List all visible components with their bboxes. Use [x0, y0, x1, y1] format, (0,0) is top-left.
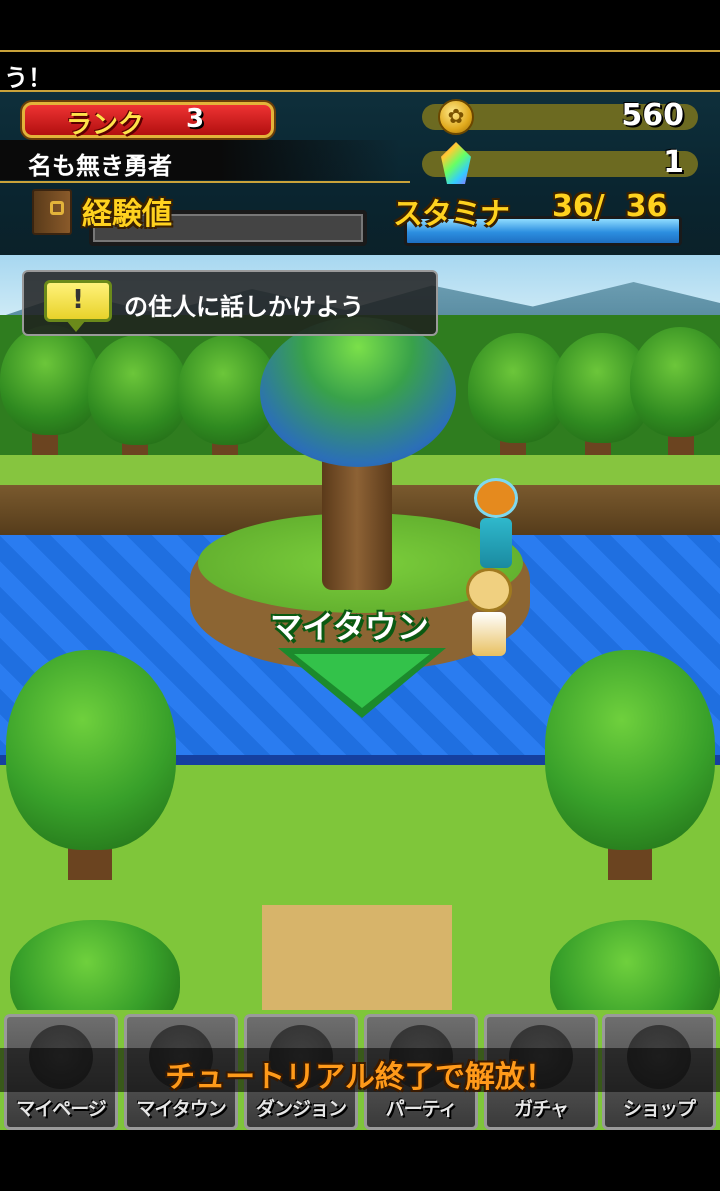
hero-character[interactable] [468, 478, 524, 568]
stamina-value: 36/ 36 [552, 189, 668, 224]
ticker-text: う！ [4, 64, 52, 92]
nav-label: ガチャ [514, 1098, 569, 1120]
tree [0, 325, 100, 435]
nav-label: ショップ [622, 1098, 696, 1120]
great-tree[interactable] [260, 317, 456, 467]
character-body [472, 612, 506, 656]
quest-text: の住人に話しかけよう [124, 293, 364, 321]
dirt-path [262, 905, 452, 1015]
player-name: 名も無き勇者 [28, 152, 172, 180]
companion-character[interactable] [458, 568, 520, 658]
quest-icon-tail [66, 320, 86, 332]
tree [545, 650, 715, 850]
news-ticker: う！ [0, 50, 720, 92]
character-body [480, 518, 512, 568]
status-divider [0, 181, 410, 183]
locked-message: チュートリアル終了で解放！ [165, 1060, 555, 1095]
game-screen: う！ ランク 3 名も無き勇者 ✿ 560 1 経験値 スタミナ 36/ 36 [0, 0, 720, 1191]
tree [88, 335, 188, 445]
nav-label: マイタウン [136, 1098, 226, 1120]
nav-label: ダンジョン [255, 1098, 347, 1120]
character-head [474, 478, 518, 518]
mytown-label: マイタウン [270, 608, 429, 646]
rank-value: 3 [186, 104, 205, 134]
coin-count: 560 [621, 98, 684, 133]
exp-label: 経験値 [82, 197, 172, 232]
bottom-bar [0, 1130, 720, 1191]
exclamation-icon: ! [44, 280, 112, 322]
rank-label: ランク [66, 110, 145, 140]
gem-count: 1 [663, 145, 684, 180]
rank-plate [22, 102, 274, 138]
tree [6, 650, 176, 850]
book-icon [32, 189, 72, 235]
tree [630, 327, 720, 437]
character-head [466, 568, 512, 612]
exclamation-mark: ! [72, 285, 84, 315]
stamina-label: スタミナ [393, 197, 510, 232]
nav-label: パーティ [385, 1098, 458, 1120]
gold-coin-icon: ✿ [438, 99, 474, 135]
nav-label: マイページ [16, 1098, 107, 1120]
